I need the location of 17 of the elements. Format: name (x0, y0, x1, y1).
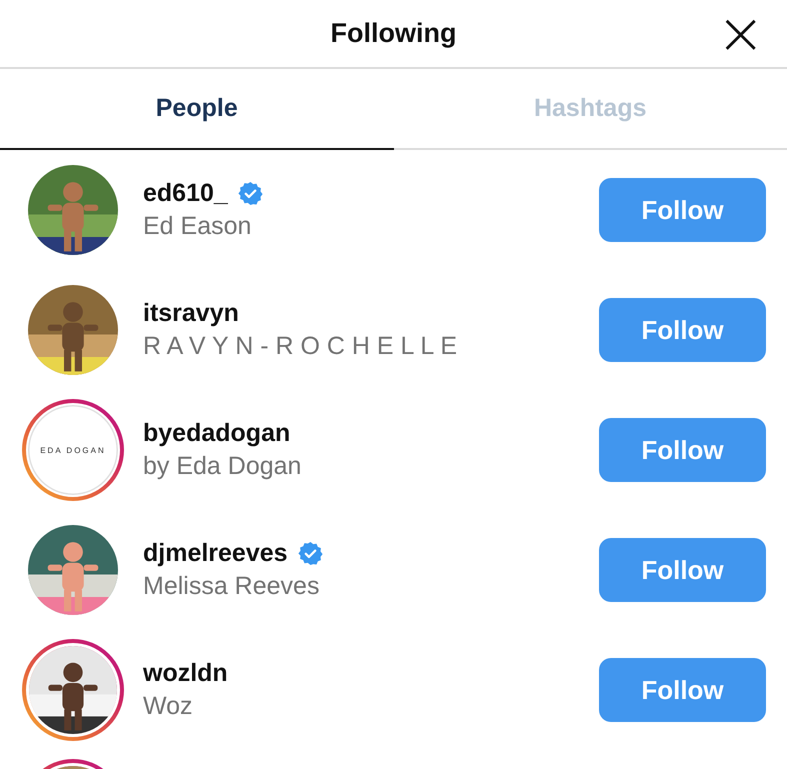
window-title: Following (330, 18, 456, 49)
username[interactable]: djmelreeves (143, 539, 288, 568)
verified-badge-icon (238, 181, 263, 206)
story-ring[interactable]: EDA DOGAN (22, 399, 124, 501)
full-name: Melissa Reeves (143, 572, 320, 601)
full-name: by Eda Dogan (143, 452, 302, 481)
avatar-logo-text: EDA DOGAN (40, 446, 106, 454)
full-name: Woz (143, 692, 194, 721)
username[interactable]: byedadogan (143, 419, 290, 448)
verified-badge-icon (298, 541, 323, 566)
username[interactable]: itsravyn (143, 299, 239, 328)
tab[interactable]: People (0, 69, 394, 150)
full-name: Ed Eason (143, 212, 252, 241)
username[interactable]: wozldn (143, 659, 228, 688)
full-name: R A V Y N - R O C H E L L E (143, 332, 458, 361)
username[interactable]: ed610_ (143, 179, 228, 208)
close-button[interactable]: × (712, 6, 769, 60)
